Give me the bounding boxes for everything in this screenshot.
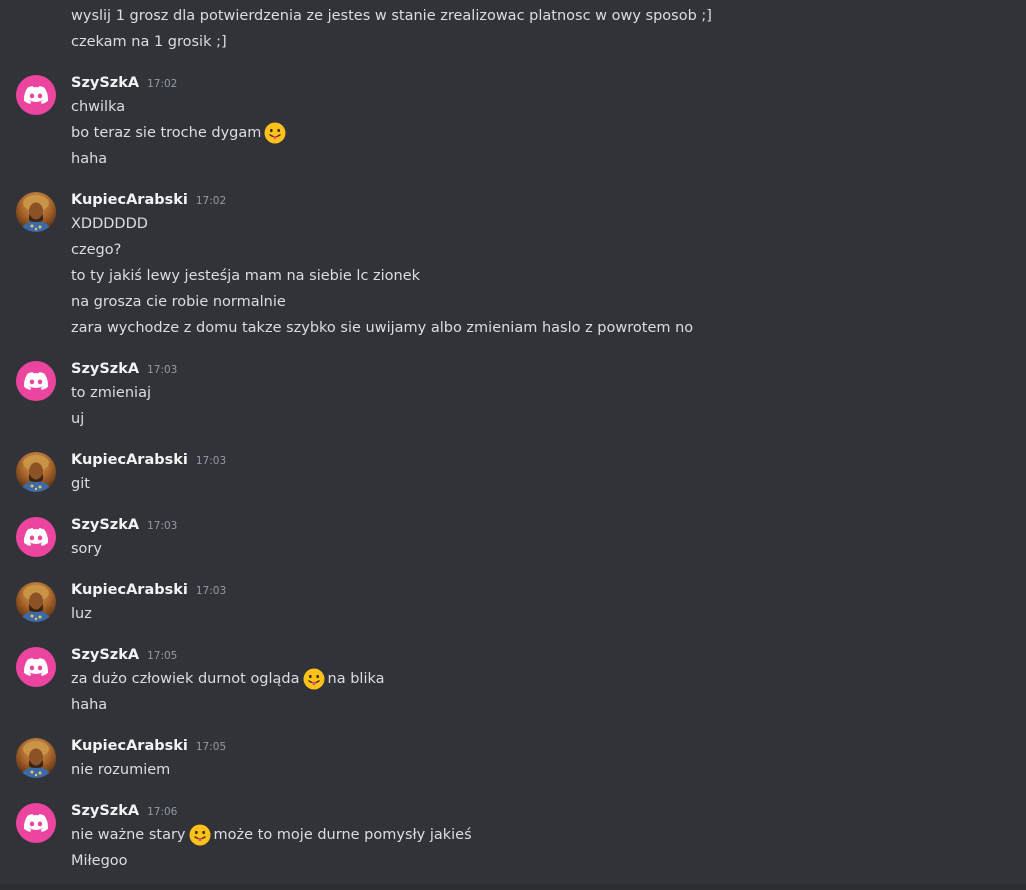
- discord-logo-icon: [24, 86, 48, 104]
- timestamp[interactable]: 17:06: [147, 806, 177, 818]
- message-line: na grosza cie robie normalnie: [71, 294, 286, 310]
- message-line: czekam na 1 grosik ;]: [71, 34, 227, 50]
- message-line: bo teraz sie troche dygam: [71, 122, 289, 144]
- discord-logo-icon: [24, 658, 48, 676]
- message-line: nie rozumiem: [71, 762, 171, 778]
- message-header: SzySzkA 17:02: [71, 75, 177, 97]
- profile-photo-icon: [20, 585, 52, 622]
- message-header: SzySzkA 17:03: [71, 361, 177, 383]
- message-line: haha: [71, 697, 108, 713]
- message-line: czego?: [71, 242, 122, 258]
- message-header: KupiecArabski 17:03: [71, 452, 226, 474]
- discord-logo-icon: [24, 528, 48, 546]
- username[interactable]: KupiecArabski: [71, 738, 188, 754]
- message-line: chwilka: [71, 99, 126, 115]
- message-line: Miłegoo: [71, 853, 128, 869]
- timestamp[interactable]: 17:03: [196, 455, 226, 467]
- timestamp[interactable]: 17:03: [147, 520, 177, 532]
- timestamp[interactable]: 17:05: [147, 650, 177, 662]
- message-line: nie ważne stary może to moje durne pomys…: [71, 824, 472, 846]
- timestamp[interactable]: 17:02: [196, 195, 226, 207]
- message-header: SzySzkA 17:06: [71, 803, 177, 825]
- profile-photo-icon: [20, 195, 52, 232]
- username[interactable]: SzySzkA: [71, 361, 139, 377]
- message-header: SzySzkA 17:03: [71, 517, 177, 539]
- message-text: może to moje durne pomysły jakieś: [213, 827, 472, 843]
- message-header: KupiecArabski 17:03: [71, 582, 226, 604]
- message-header: SzySzkA 17:05: [71, 647, 177, 669]
- username[interactable]: SzySzkA: [71, 75, 139, 91]
- face-with-tongue-emoji[interactable]: [189, 824, 211, 846]
- timestamp[interactable]: 17:03: [196, 585, 226, 597]
- message-text: na blika: [327, 671, 385, 687]
- user-avatar[interactable]: [16, 803, 56, 843]
- username[interactable]: SzySzkA: [71, 517, 139, 533]
- user-avatar[interactable]: [16, 192, 56, 232]
- discord-logo-icon: [24, 372, 48, 390]
- timestamp[interactable]: 17:05: [196, 741, 226, 753]
- message-text: nie ważne stary: [71, 827, 186, 843]
- message-line: to ty jakiś lewy jesteśja mam na siebie …: [71, 268, 421, 284]
- user-avatar[interactable]: [16, 75, 56, 115]
- message-line: za dużo człowiek durnot ogląda na blika: [71, 668, 385, 690]
- profile-photo-icon: [20, 741, 52, 778]
- user-avatar[interactable]: [16, 647, 56, 687]
- bottom-divider: [0, 884, 1026, 890]
- message-line: to zmieniaj: [71, 385, 151, 401]
- face-with-tongue-emoji[interactable]: [303, 668, 325, 690]
- username[interactable]: SzySzkA: [71, 647, 139, 663]
- message-line: haha: [71, 151, 108, 167]
- profile-photo-icon: [20, 455, 52, 492]
- user-avatar[interactable]: [16, 361, 56, 401]
- message-line: XDDDDDD: [71, 216, 148, 232]
- username[interactable]: KupiecArabski: [71, 192, 188, 208]
- face-with-tongue-emoji[interactable]: [264, 122, 286, 144]
- message-line: git: [71, 476, 90, 492]
- timestamp[interactable]: 17:03: [147, 364, 177, 376]
- user-avatar[interactable]: [16, 582, 56, 622]
- message-header: KupiecArabski 17:02: [71, 192, 226, 214]
- message-text: za dużo człowiek durnot ogląda: [71, 671, 300, 687]
- message-line: wyslij 1 grosz dla potwierdzenia ze jest…: [71, 8, 712, 24]
- username[interactable]: KupiecArabski: [71, 582, 188, 598]
- message-line: luz: [71, 606, 92, 622]
- message-header: KupiecArabski 17:05: [71, 738, 226, 760]
- user-avatar[interactable]: [16, 738, 56, 778]
- message-line: zara wychodze z domu takze szybko sie uw…: [71, 320, 694, 336]
- username[interactable]: SzySzkA: [71, 803, 139, 819]
- username[interactable]: KupiecArabski: [71, 452, 188, 468]
- message-line: uj: [71, 411, 85, 427]
- message-line: sory: [71, 541, 102, 557]
- chat-messages: wyslij 1 grosz dla potwierdzenia ze jest…: [0, 0, 1026, 890]
- discord-logo-icon: [24, 814, 48, 832]
- user-avatar[interactable]: [16, 517, 56, 557]
- message-text: bo teraz sie troche dygam: [71, 125, 262, 141]
- user-avatar[interactable]: [16, 452, 56, 492]
- timestamp[interactable]: 17:02: [147, 78, 177, 90]
